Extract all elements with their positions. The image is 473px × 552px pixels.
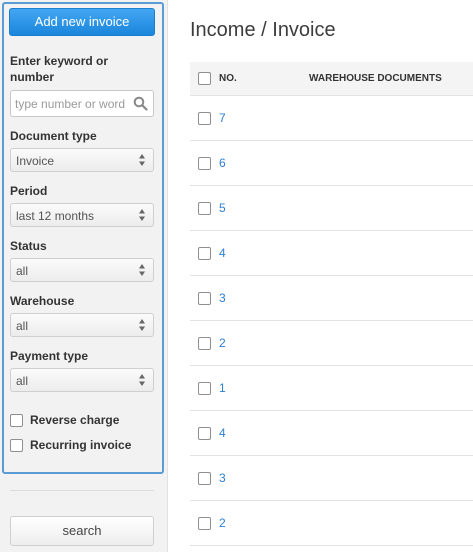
payment-type-select[interactable]: all [10,368,154,392]
status-value: all [16,264,29,278]
invoice-number-link[interactable]: 7 [219,111,226,125]
recurring-invoice-checkbox[interactable] [10,439,23,452]
invoice-number-link[interactable]: 3 [219,291,226,305]
keyword-search-box[interactable] [10,90,154,117]
reverse-charge-checkbox[interactable] [10,414,23,427]
table-header: NO. WAREHOUSE DOCUMENTS [190,62,473,96]
keyword-input[interactable] [15,93,131,114]
table-row[interactable]: 3 [190,456,473,501]
select-arrows-icon [139,319,145,331]
invoice-number-link[interactable]: 2 [219,336,226,350]
table-row[interactable]: 5 [190,186,473,231]
row-checkbox[interactable] [198,337,211,350]
sidebar-divider [10,490,154,491]
recurring-invoice-label: Recurring invoice [30,438,132,452]
invoice-number-link[interactable]: 2 [219,516,226,530]
row-checkbox[interactable] [198,382,211,395]
payment-type-label: Payment type [10,349,89,363]
select-arrows-icon [139,209,145,221]
table-row[interactable]: 7 [190,96,473,141]
reverse-charge-label: Reverse charge [30,413,120,427]
warehouse-label: Warehouse [10,294,75,308]
table-row[interactable]: 2 [190,321,473,366]
period-select[interactable]: last 12 months [10,203,154,227]
invoice-number-link[interactable]: 5 [219,201,226,215]
row-checkbox[interactable] [198,517,211,530]
row-checkbox[interactable] [198,292,211,305]
document-type-label: Document type [10,129,97,143]
add-new-invoice-button[interactable]: Add new invoice [9,8,155,36]
search-button[interactable]: search [10,516,154,546]
row-checkbox[interactable] [198,472,211,485]
table-row[interactable]: 6 [190,141,473,186]
row-checkbox[interactable] [198,427,211,440]
table-row[interactable]: 2 [190,501,473,546]
invoice-number-link[interactable]: 4 [219,426,226,440]
invoice-number-link[interactable]: 3 [219,471,226,485]
select-arrows-icon [139,154,145,166]
select-all-checkbox[interactable] [198,72,211,85]
status-select[interactable]: all [10,258,154,282]
table-row[interactable]: 1 [190,366,473,411]
row-checkbox[interactable] [198,202,211,215]
column-header-number[interactable]: NO. [219,73,237,84]
table-row[interactable]: 4 [190,231,473,276]
select-arrows-icon [139,264,145,276]
warehouse-value: all [16,319,29,333]
select-arrows-icon [139,374,145,386]
search-icon[interactable] [133,96,148,111]
row-checkbox[interactable] [198,247,211,260]
payment-type-value: all [16,374,29,388]
table-row[interactable]: 4 [190,411,473,456]
period-label: Period [10,184,48,198]
row-checkbox[interactable] [198,157,211,170]
invoice-number-link[interactable]: 4 [219,246,226,260]
warehouse-select[interactable]: all [10,313,154,337]
page-title: Income / Invoice [190,19,336,41]
period-value: last 12 months [16,209,95,223]
status-label: Status [10,239,47,253]
invoice-table-body: 7 6 5 4 3 2 1 4 3 2 [190,96,473,546]
table-row[interactable]: 3 [190,276,473,321]
invoice-number-link[interactable]: 1 [219,381,226,395]
invoice-number-link[interactable]: 6 [219,156,226,170]
row-checkbox[interactable] [198,112,211,125]
filter-sidebar: Add new invoice Enter keyword or number … [0,0,168,552]
column-header-warehouse-documents[interactable]: WAREHOUSE DOCUMENTS [309,73,442,84]
document-type-select[interactable]: Invoice [10,148,154,172]
keyword-label: Enter keyword or number [10,54,109,84]
document-type-value: Invoice [16,154,55,168]
